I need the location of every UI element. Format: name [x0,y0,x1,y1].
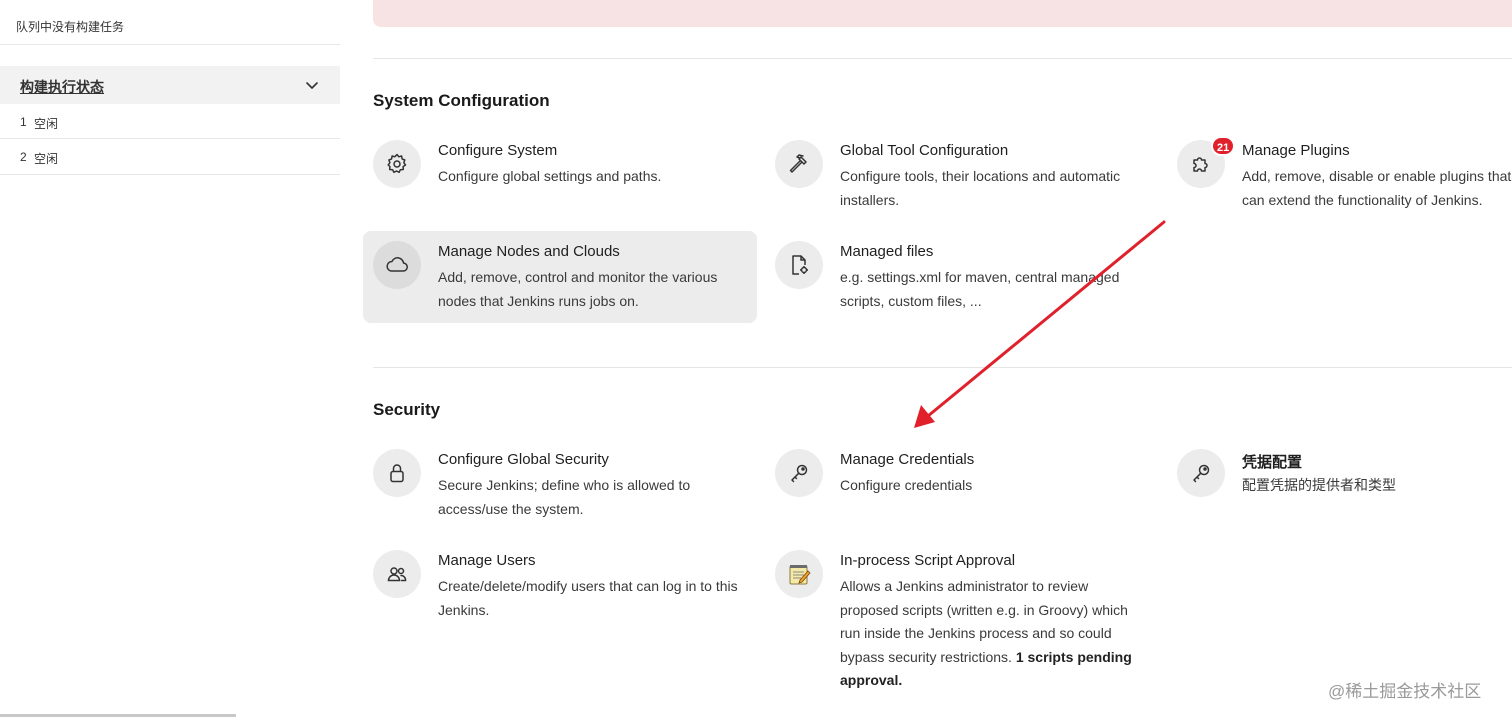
key-icon [1177,449,1225,497]
watermark: @稀土掘金技术社区 [1328,682,1482,701]
card-description: Add, remove, control and monitor the var… [438,269,718,309]
users-icon [373,550,421,598]
section-divider [373,58,1512,59]
global-tool-configuration-link[interactable]: Global Tool Configuration Configure tool… [765,130,1159,222]
card-title[interactable]: In-process Script Approval [840,552,1015,569]
cloud-icon [373,241,421,289]
executor-number: 2 [20,150,27,164]
card-description: Allows a Jenkins administrator to review… [840,575,1140,693]
notepad-icon [775,550,823,598]
sidebar: 队列中没有构建任务 构建执行状态 1 空闲 2 空闲 [0,0,340,717]
manage-credentials-link[interactable]: Manage Credentials Configure credentials [765,439,1159,531]
card-description: Configure global settings and paths. [438,168,662,184]
executor-status: 空闲 [34,152,59,166]
card-description: 配置凭据的提供者和类型 [1242,477,1396,493]
file-gear-icon [775,241,823,289]
executor-status: 空闲 [34,117,59,131]
executor-status-header[interactable]: 构建执行状态 [0,66,340,104]
card-title[interactable]: 凭据配置 [1242,451,1302,472]
plugin-updates-badge: 21 [1211,136,1236,156]
card-title[interactable]: Manage Credentials [840,451,974,468]
lock-icon [373,449,421,497]
executor-row[interactable]: 1 空闲 [0,104,340,139]
hammer-icon [775,140,823,188]
build-queue-empty-text: 队列中没有构建任务 [16,20,125,34]
script-approval-link[interactable]: In-process Script Approval Allows a Jenk… [765,540,1159,700]
configure-system-link[interactable]: Configure System Configure global settin… [363,130,757,222]
card-description: Configure tools, their locations and aut… [840,168,1121,208]
section-title-system-configuration: System Configuration [373,91,550,110]
executor-number: 1 [20,115,27,129]
card-title[interactable]: Configure System [438,142,557,159]
key-icon [775,449,823,497]
configure-global-security-link[interactable]: Configure Global Security Secure Jenkins… [363,439,757,531]
chevron-down-icon[interactable] [304,77,320,93]
manage-users-link[interactable]: Manage Users Create/delete/modify users … [363,540,757,632]
card-description: Secure Jenkins; define who is allowed to… [438,477,691,517]
card-description: Configure credentials [840,477,973,493]
sidebar-divider [0,174,340,175]
executor-status-title[interactable]: 构建执行状态 [20,77,104,97]
manage-plugins-link[interactable]: 21 Manage Plugins Add, remove, disable o… [1167,130,1512,222]
gear-icon [373,140,421,188]
alert-banner [373,0,1512,27]
card-description: Add, remove, disable or enable plugins t… [1242,168,1512,208]
card-title[interactable]: Manage Plugins [1242,142,1350,159]
executor-row[interactable]: 2 空闲 [0,139,340,174]
card-title[interactable]: Configure Global Security [438,451,609,468]
card-description: e.g. settings.xml for maven, central man… [840,269,1120,309]
sidebar-divider [0,44,340,45]
card-title[interactable]: Manage Nodes and Clouds [438,243,620,260]
card-title[interactable]: Managed files [840,243,933,260]
card-title[interactable]: Manage Users [438,552,536,569]
card-title[interactable]: Global Tool Configuration [840,142,1008,159]
managed-files-link[interactable]: Managed files e.g. settings.xml for mave… [765,231,1159,323]
section-divider [373,367,1512,368]
manage-nodes-and-clouds-link[interactable]: Manage Nodes and Clouds Add, remove, con… [363,231,757,323]
section-title-security: Security [373,400,441,419]
card-description: Create/delete/modify users that can log … [438,578,738,618]
credential-providers-link[interactable]: 凭据配置 配置凭据的提供者和类型 [1167,439,1512,531]
